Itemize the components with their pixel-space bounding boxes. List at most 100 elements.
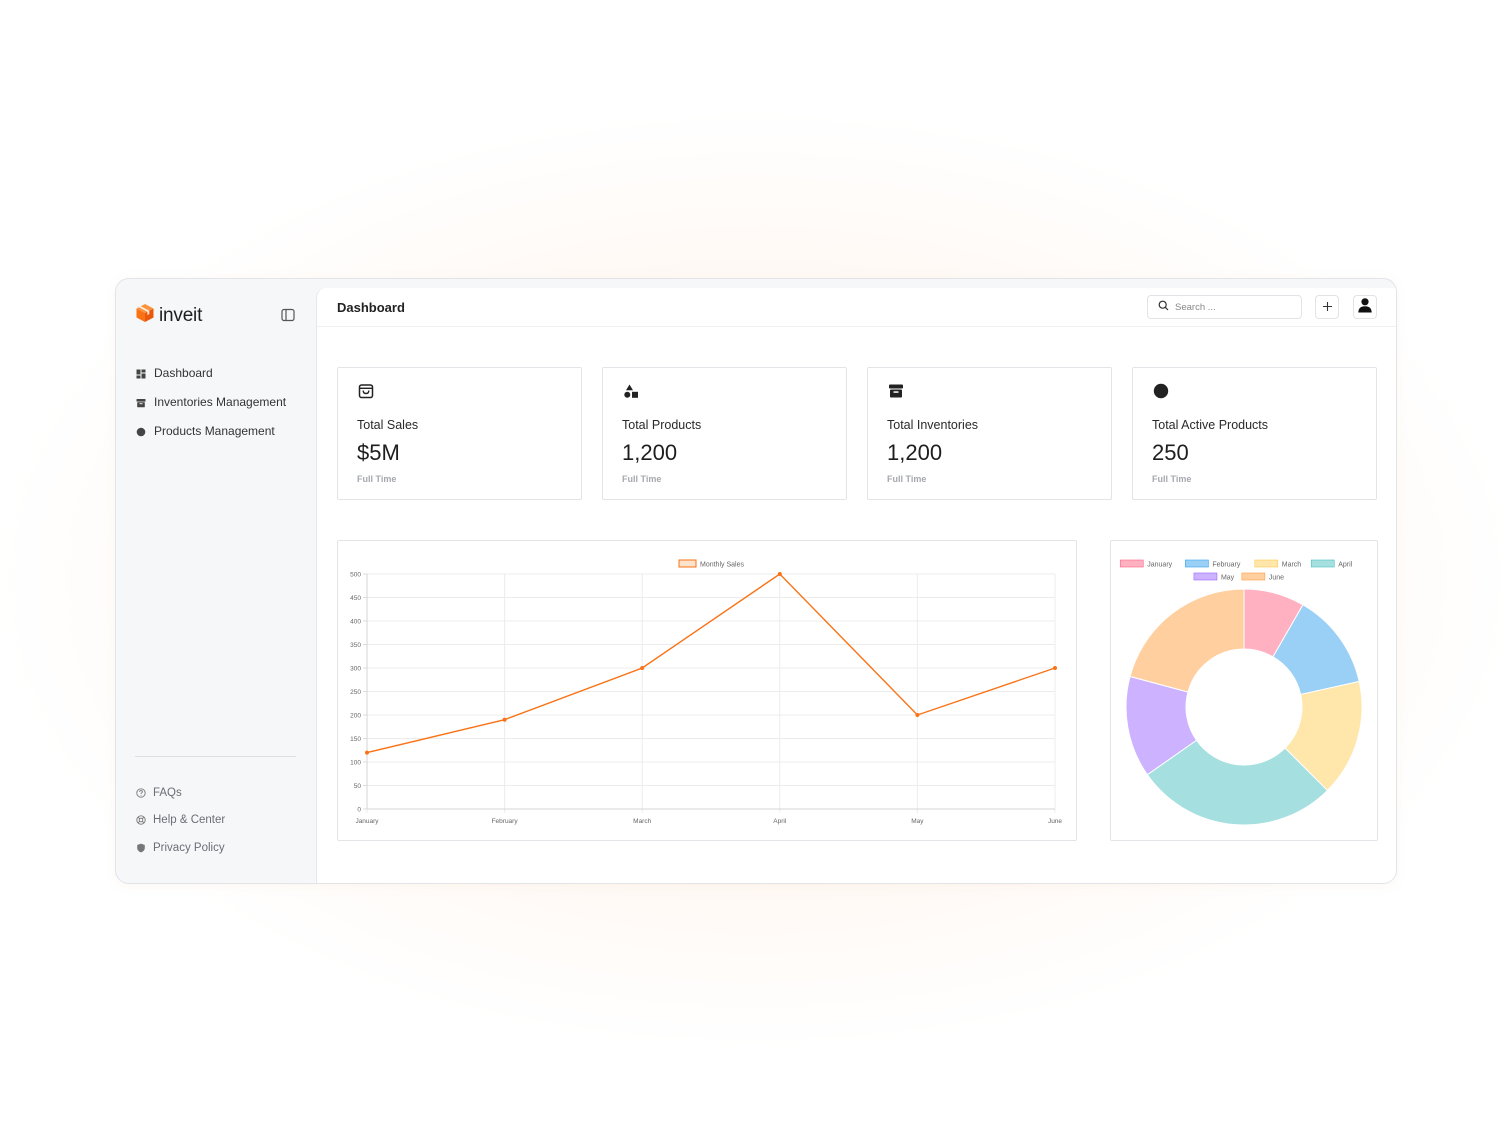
- legend-swatch: [1310, 559, 1335, 568]
- stat-value: 1,200: [622, 440, 678, 465]
- user-avatar[interactable]: [1353, 295, 1377, 319]
- stat-card-total-active-products: Total Active Products 250 Full Time: [1132, 367, 1377, 500]
- stat-label: Total Sales: [357, 418, 419, 432]
- stat-value: 1,200: [887, 440, 943, 465]
- legend-label: April: [1338, 562, 1352, 569]
- sidebar-item-help[interactable]: Help & Center: [136, 807, 225, 835]
- line-chart: Monthly Sales 0 50 100 150 200 250 300 350 400 450…: [350, 559, 1062, 825]
- legend-swatch: [1254, 559, 1279, 568]
- logo[interactable]: inveit: [135, 303, 202, 328]
- legend-label: June: [1269, 575, 1284, 582]
- line-chart-card: Monthly Sales 0 50 100 150 200 250 300 350 400 450…: [337, 540, 1077, 841]
- y-tick-label: 200: [350, 713, 361, 720]
- legend-swatch: [1193, 572, 1218, 581]
- data-point: [1053, 666, 1057, 670]
- dashboard-grid-icon: [136, 368, 146, 378]
- circle-icon: [136, 426, 146, 436]
- stat-subtext: Full Time: [357, 474, 397, 484]
- x-tick-label: March: [633, 818, 651, 825]
- chart-legend: Monthly Sales: [678, 559, 744, 569]
- sidebar-item-label: FAQs: [153, 786, 182, 799]
- x-tick-label: June: [1048, 818, 1062, 825]
- x-tick-label: February: [492, 818, 519, 825]
- app-window: inveit Dashboard Inventories Management: [115, 278, 1397, 884]
- sidebar-divider: [135, 756, 296, 757]
- stat-subtext: Full Time: [622, 474, 662, 484]
- y-tick-label: 150: [350, 736, 361, 743]
- shield-icon: [136, 843, 146, 853]
- legend-swatch: [678, 559, 697, 568]
- x-tick-label: January: [355, 818, 379, 825]
- doughnut-slice: [1129, 588, 1245, 693]
- legend-label: March: [1282, 562, 1302, 569]
- stat-label: Total Inventories: [887, 418, 979, 432]
- data-point: [365, 750, 369, 755]
- sidebar-toggle-icon[interactable]: [281, 308, 295, 322]
- y-tick-label: 0: [357, 807, 361, 814]
- sidebar-bottom-nav: FAQs Help & Center Privacy Policy: [136, 779, 225, 862]
- y-tick-label: 50: [354, 783, 362, 790]
- data-point: [502, 717, 507, 722]
- legend-swatch: [1119, 559, 1144, 568]
- sidebar-item-label: Privacy Policy: [153, 841, 225, 854]
- search-input[interactable]: [1175, 301, 1285, 313]
- stat-subtext: Full Time: [1152, 474, 1192, 484]
- shapes-icon: [622, 382, 640, 400]
- lifebuoy-icon: [136, 815, 146, 825]
- stat-card-total-products: Total Products 1,200 Full Time: [602, 367, 847, 500]
- y-tick-label: 350: [350, 642, 361, 649]
- x-tick-label: May: [911, 818, 924, 825]
- sidebar-item-products[interactable]: Products Management: [136, 416, 286, 445]
- sidebar-nav: Dashboard Inventories Management Product…: [136, 358, 286, 445]
- y-tick-label: 400: [350, 619, 361, 626]
- sidebar-item-label: Inventories Management: [154, 394, 287, 409]
- legend-swatch: [1185, 559, 1209, 568]
- plus-icon: [1322, 299, 1333, 316]
- doughnut-chart: January February March April May June: [1119, 559, 1363, 826]
- stat-subtext: Full Time: [887, 474, 927, 484]
- archive-icon: [136, 397, 146, 407]
- sidebar-item-label: Help & Center: [153, 814, 226, 827]
- legend-label: May: [1221, 575, 1235, 582]
- stat-label: Total Active Products: [1152, 418, 1269, 432]
- question-circle-icon: [136, 788, 146, 798]
- legend-label: January: [1147, 562, 1172, 569]
- stat-label: Total Products: [622, 418, 702, 432]
- archive-box-icon: [887, 382, 905, 400]
- search-box[interactable]: [1147, 295, 1302, 319]
- search-icon: [1158, 298, 1169, 316]
- series-line-monthly-sales: [366, 573, 1056, 754]
- user-icon: [1357, 297, 1373, 318]
- y-tick-label: 450: [350, 595, 361, 602]
- stat-value: 250: [1152, 440, 1189, 465]
- logo-text: inveit: [159, 304, 203, 326]
- sidebar-item-inventories[interactable]: Inventories Management: [136, 387, 286, 416]
- y-tick-label: 100: [350, 760, 361, 767]
- filled-circle-icon: [1152, 382, 1170, 400]
- sidebar-item-privacy[interactable]: Privacy Policy: [136, 834, 225, 862]
- chart-legend: January February March April May June: [1119, 559, 1353, 582]
- page-title: Dashboard: [337, 300, 405, 315]
- data-point: [777, 572, 782, 576]
- stat-card-total-inventories: Total Inventories 1,200 Full Time: [867, 367, 1112, 500]
- sidebar-item-dashboard[interactable]: Dashboard: [136, 358, 286, 387]
- sidebar-item-label: Dashboard: [154, 365, 213, 380]
- top-bar: Dashboard: [317, 288, 1396, 327]
- shopping-bag-icon: [357, 382, 375, 400]
- data-point: [640, 666, 645, 670]
- stat-value: $5M: [357, 440, 400, 465]
- legend-label: February: [1212, 562, 1241, 569]
- stat-card-total-sales: Total Sales $5M Full Time: [337, 367, 582, 500]
- sidebar-item-faqs[interactable]: FAQs: [136, 779, 225, 807]
- y-tick-label: 300: [350, 666, 361, 673]
- main-panel: Dashboard Total S: [316, 288, 1396, 883]
- cube-logo-icon: [135, 303, 155, 328]
- sidebar: inveit Dashboard Inventories Management: [116, 279, 316, 883]
- doughnut-chart-card: January February March April May June: [1110, 540, 1378, 841]
- legend-label: Monthly Sales: [700, 562, 744, 569]
- data-point: [915, 713, 920, 717]
- sidebar-item-label: Products Management: [154, 423, 275, 438]
- x-tick-label: April: [773, 818, 787, 825]
- add-button[interactable]: [1315, 295, 1339, 319]
- y-tick-label: 500: [350, 572, 361, 579]
